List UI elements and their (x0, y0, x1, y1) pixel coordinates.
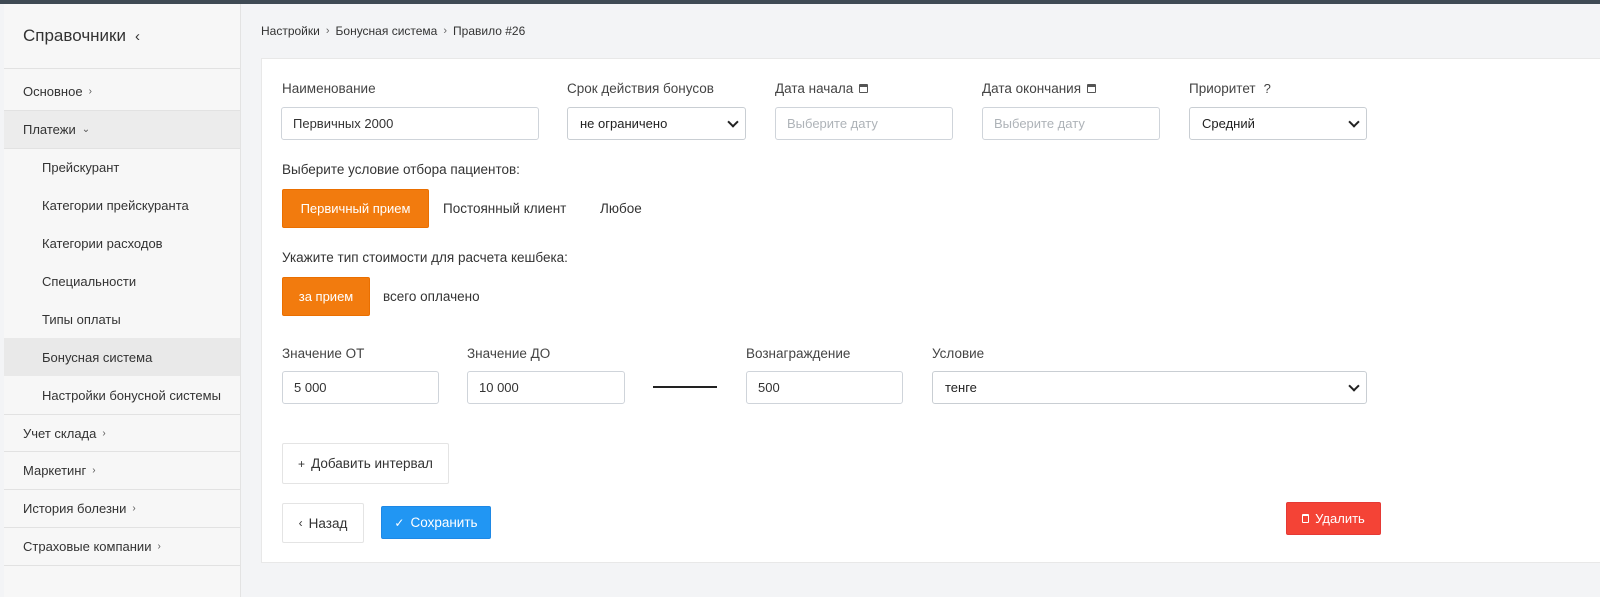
to-value-input[interactable] (467, 371, 625, 404)
to-value-label: Значение ДО (467, 346, 551, 361)
help-icon[interactable]: ? (1264, 81, 1271, 96)
sidebar-item-main[interactable]: Основное › (4, 73, 240, 111)
sidebar-item-warehouse[interactable]: Учет склада › (4, 414, 240, 453)
sidebar-subitem-label: Прейскурант (42, 160, 120, 176)
chevron-down-icon: ⌄ (81, 124, 91, 135)
name-input[interactable] (281, 107, 539, 140)
sidebar-subitem-expense-categories[interactable]: Категории расходов (4, 225, 240, 263)
patient-option-any[interactable]: Любое (600, 201, 642, 216)
sidebar-item-label: Основное (23, 84, 83, 99)
sidebar-subitem-label: Типы оплаты (42, 312, 121, 327)
validity-select[interactable]: не ограничено (567, 107, 746, 140)
add-interval-label: Добавить интервал (311, 456, 433, 471)
priority-select[interactable]: Средний (1189, 107, 1367, 140)
check-icon: ✓ (394, 515, 405, 530)
sidebar-item-marketing[interactable]: Маркетинг › (4, 452, 240, 491)
breadcrumb: Настройки › Бонусная система › Правило #… (261, 24, 525, 38)
plus-icon: + (298, 456, 306, 471)
sidebar-subitem-label: Категории прейскуранта (42, 198, 189, 214)
sidebar-title[interactable]: Справочники ‹ (4, 4, 240, 69)
chevron-down-icon (1348, 380, 1360, 392)
validity-label: Срок действия бонусов (567, 81, 714, 96)
sidebar-item-label: История болезни (23, 501, 127, 517)
chevron-right-icon: › (92, 465, 96, 477)
chevron-left-icon: ‹ (298, 516, 303, 530)
save-label: Сохранить (410, 515, 478, 530)
calendar-icon (859, 84, 869, 93)
sidebar-item-payments[interactable]: Платежи ⌄ (4, 111, 240, 149)
start-date-input[interactable] (775, 107, 953, 140)
back-button[interactable]: ‹ Назад (282, 503, 364, 543)
sidebar-item-insurance[interactable]: Страховые компании › (4, 528, 240, 567)
chevron-right-icon: › (157, 541, 161, 553)
start-date-label: Дата начала (775, 81, 869, 96)
patient-option-primary[interactable]: Первичный прием (282, 189, 429, 228)
delete-button[interactable]: Удалить (1286, 502, 1381, 535)
cost-option-total-paid[interactable]: всего оплачено (383, 289, 480, 304)
sidebar-subitem-bonus-system[interactable]: Бонусная система (4, 338, 240, 377)
condition-select[interactable]: тенге (932, 371, 1367, 404)
end-date-input[interactable] (982, 107, 1160, 140)
chevron-down-icon (1348, 116, 1360, 128)
chevron-right-icon: › (88, 86, 92, 97)
chevron-right-icon: › (102, 427, 106, 439)
calendar-icon (1087, 84, 1097, 93)
sidebar-subitem-label: Категории расходов (42, 236, 163, 252)
priority-label: Приоритет? (1189, 81, 1271, 96)
delete-label: Удалить (1315, 511, 1365, 526)
chevron-left-icon[interactable]: ‹ (135, 28, 140, 45)
chevron-right-icon: › (325, 25, 330, 37)
condition-label: Условие (932, 346, 985, 361)
sidebar-subitem-price-categories[interactable]: Категории прейскуранта (4, 187, 240, 225)
trash-icon (1302, 514, 1310, 523)
sidebar-item-medical-history[interactable]: История болезни › (4, 490, 240, 529)
save-button[interactable]: ✓ Сохранить (381, 506, 491, 539)
sidebar-subitem-label: Специальности (42, 274, 137, 290)
back-label: Назад (308, 515, 348, 531)
sidebar-subitem-payment-types[interactable]: Типы оплаты (4, 301, 240, 339)
sidebar-subitem-price-list[interactable]: Прейскурант (4, 149, 240, 187)
chevron-right-icon: › (443, 25, 448, 37)
patient-condition-label: Выберите условие отбора пациентов: (282, 162, 520, 177)
validity-select-value: не ограничено (580, 116, 668, 131)
name-label: Наименование (282, 81, 376, 96)
sidebar-item-label: Учет склада (23, 425, 97, 441)
rule-form-card: Наименование Срок действия бонусов Дата … (261, 58, 1600, 563)
chevron-down-icon (727, 116, 739, 128)
sidebar-title-label: Справочники (23, 26, 126, 45)
reward-label: Вознаграждение (746, 346, 851, 361)
from-value-input[interactable] (282, 371, 439, 404)
condition-select-value: тенге (945, 380, 977, 395)
sidebar-item-label: Маркетинг (23, 463, 87, 479)
breadcrumb-settings[interactable]: Настройки (261, 24, 320, 38)
cost-type-label: Укажите тип стоимости для расчета кешбек… (282, 250, 568, 265)
end-date-label: Дата окончания (982, 81, 1097, 96)
from-value-label: Значение ОТ (282, 346, 365, 361)
sidebar-subitem-specialties[interactable]: Специальности (4, 263, 240, 301)
add-interval-button[interactable]: + Добавить интервал (282, 443, 449, 484)
breadcrumb-bonus-system[interactable]: Бонусная система (336, 24, 438, 38)
cost-option-per-visit[interactable]: за прием (282, 277, 370, 316)
sidebar-subitem-label: Бонусная система (42, 349, 153, 365)
priority-select-value: Средний (1202, 116, 1255, 131)
breadcrumb-current: Правило #26 (453, 24, 526, 38)
sidebar-item-label: Платежи (23, 122, 76, 137)
sidebar-item-label: Страховые компании (23, 539, 152, 555)
reward-input[interactable] (746, 371, 903, 404)
sidebar-subitem-bonus-settings[interactable]: Настройки бонусной системы (4, 376, 240, 414)
range-separator (653, 386, 717, 388)
patient-option-regular[interactable]: Постоянный клиент (443, 201, 566, 216)
sidebar: Справочники ‹ Основное › Платежи ⌄ Прейс… (4, 4, 241, 597)
sidebar-subitem-label: Настройки бонусной системы (42, 387, 221, 403)
chevron-right-icon: › (132, 503, 136, 515)
